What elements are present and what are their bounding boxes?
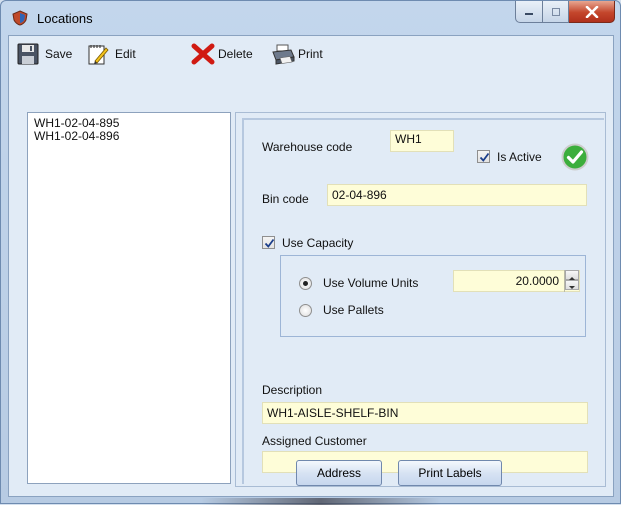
address-button[interactable]: Address [296,460,382,486]
use-pallets-label: Use Pallets [323,303,384,317]
print-labels-button-label: Print Labels [418,466,482,480]
warehouse-code-label: Warehouse code [262,140,353,154]
edit-button[interactable]: Edit [87,42,136,66]
locations-window: Locations Save Edit Delete Print WH1-02-… [0,0,621,505]
use-volume-units-label: Use Volume Units [323,276,419,290]
maximize-button[interactable] [543,1,569,23]
print-button[interactable]: Print [271,42,323,66]
is-active-checkbox[interactable] [477,150,490,163]
use-capacity-label: Use Capacity [282,236,354,250]
description-field[interactable]: WH1-AISLE-SHELF-BIN [262,402,588,424]
details-inner-frame: Warehouse code WH1 Is Active Bin code 02… [242,118,604,484]
use-volume-units-radio[interactable] [299,277,312,290]
locations-list[interactable]: WH1-02-04-895 WH1-02-04-896 [27,112,231,484]
use-capacity-checkbox[interactable] [262,236,275,249]
list-item[interactable]: WH1-02-04-896 [28,130,230,143]
print-labels-button[interactable]: Print Labels [398,460,502,486]
capacity-options-group: Use Volume Units 20.0000 Use Pallets [280,255,586,337]
delete-label: Delete [218,47,253,61]
stepper-up-button[interactable] [565,270,579,280]
edit-label: Edit [115,47,136,61]
warehouse-code-field[interactable]: WH1 [390,130,454,152]
minimize-icon [525,12,533,15]
description-label: Description [262,383,323,397]
maximize-icon [551,7,560,16]
checkmark-icon [479,152,490,162]
floppy-disk-icon [17,43,39,65]
volume-stepper[interactable] [564,270,579,292]
address-button-label: Address [316,466,362,480]
printer-icon [272,44,295,65]
save-button[interactable]: Save [17,42,72,66]
assigned-customer-label: Assigned Customer [262,434,367,448]
active-status-check-icon [561,143,589,174]
delete-x-icon [191,43,215,65]
notepad-pencil-icon [88,45,109,65]
close-icon [585,5,598,18]
window-controls [515,1,615,23]
minimize-button[interactable] [515,1,543,23]
location-details-panel: Warehouse code WH1 Is Active Bin code 02… [235,112,606,487]
window-client-area: Save Edit Delete Print WH1-02-04-895 WH1… [8,35,614,497]
close-button[interactable] [569,1,615,23]
volume-value-field[interactable]: 20.0000 [453,270,580,292]
bin-code-label: Bin code [262,192,309,206]
save-label: Save [45,47,73,61]
print-label: Print [298,47,323,61]
window-title: Locations [37,11,93,26]
use-pallets-radio[interactable] [299,304,312,317]
shield-icon [11,10,29,26]
bin-code-field[interactable]: 02-04-896 [327,184,587,206]
stepper-down-button[interactable] [565,280,579,290]
is-active-label: Is Active [497,150,542,164]
title-bar[interactable]: Locations [1,1,620,35]
chevron-down-icon [569,286,575,289]
checkmark-icon [264,238,275,248]
delete-button[interactable]: Delete [191,42,253,66]
toolbar: Save Edit Delete Print [9,36,613,70]
